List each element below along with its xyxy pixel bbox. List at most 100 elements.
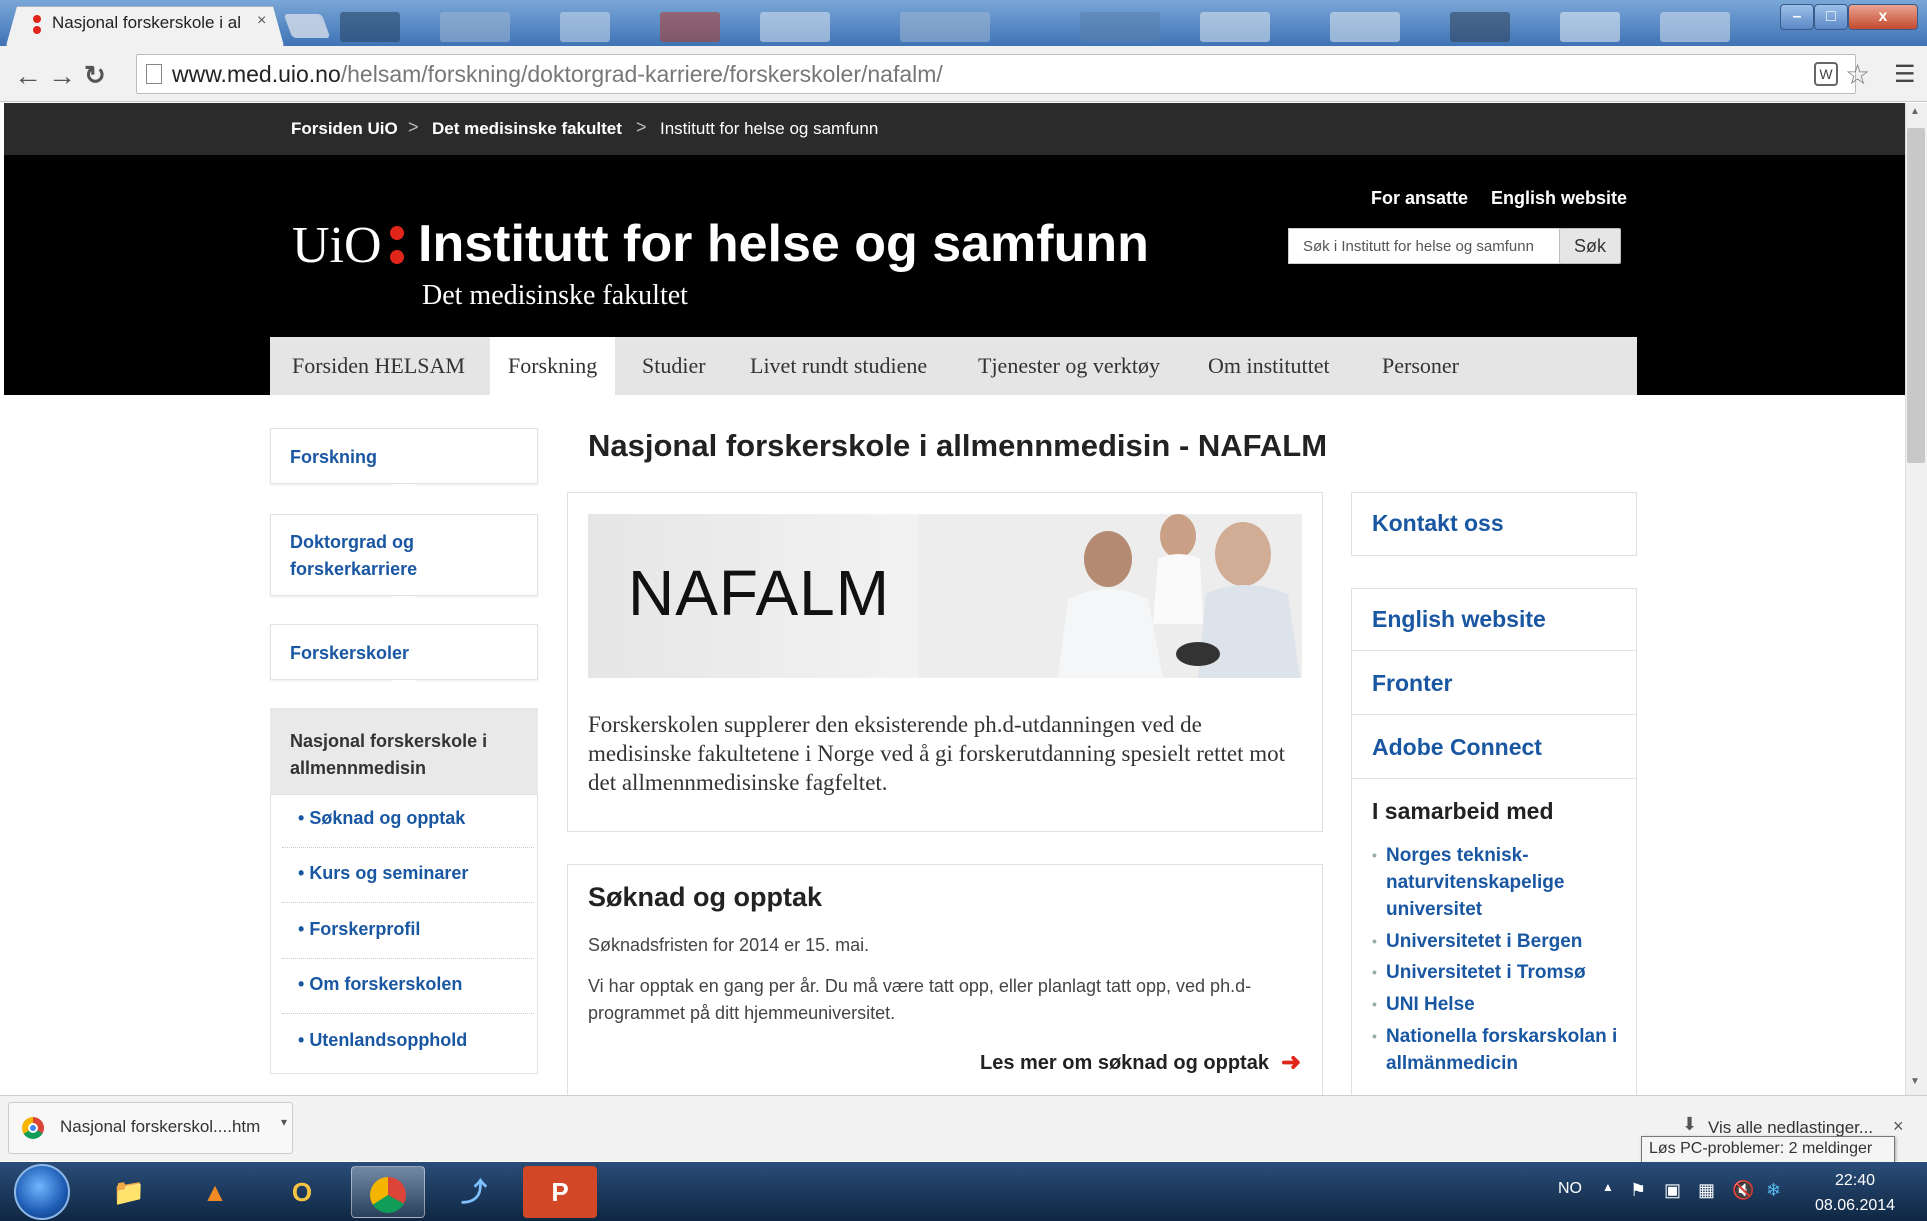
- subnav-level-doktorgrad[interactable]: Doktorgrad og forskerkarriere: [270, 514, 538, 596]
- vlc-icon[interactable]: ▲: [178, 1166, 252, 1218]
- language-indicator[interactable]: NO: [1558, 1180, 1582, 1198]
- url-host: www.med.uio.no: [172, 61, 341, 87]
- subnav-link[interactable]: Doktorgrad og forskerkarriere: [290, 529, 450, 583]
- uio-logo[interactable]: UiO: [292, 216, 382, 275]
- url-path: /helsam/forskning/doktorgrad-karriere/fo…: [340, 61, 943, 87]
- uio-favicon-icon: [33, 15, 41, 34]
- powerpoint-icon[interactable]: P: [523, 1166, 597, 1218]
- nav-item-forsiden[interactable]: Forsiden HELSAM: [274, 337, 483, 395]
- breadcrumb: [4, 103, 1905, 155]
- show-all-downloads-link[interactable]: Vis alle nedlastinger...: [1708, 1118, 1873, 1138]
- arrow-right-icon[interactable]: ➜: [1281, 1048, 1301, 1077]
- uio-logo-dots-icon: [390, 226, 404, 264]
- subnav-child[interactable]: • Om forskerskolen: [282, 960, 534, 1014]
- partners-heading: I samarbeid med: [1372, 798, 1554, 824]
- back-arrow-icon[interactable]: ←: [14, 60, 42, 92]
- app-tray-icon[interactable]: ❄: [1766, 1180, 1781, 1201]
- forward-arrow-icon[interactable]: →: [48, 60, 76, 92]
- partner-link[interactable]: Universitetet i Bergen: [1372, 928, 1632, 955]
- breadcrumb-separator: >: [408, 117, 419, 137]
- subnav-child[interactable]: • Søknad og opptak: [282, 794, 534, 848]
- fronter-link[interactable]: Fronter: [1372, 670, 1453, 697]
- app-icon[interactable]: ⤴: [437, 1166, 511, 1218]
- scroll-down-icon[interactable]: ▼: [1910, 1076, 1920, 1087]
- tab-close-icon[interactable]: ×: [257, 12, 266, 30]
- download-arrow-icon: ⬇: [1682, 1114, 1698, 1134]
- for-ansatte-link[interactable]: For ansatte: [1371, 188, 1468, 209]
- subnav-level-forskerskoler[interactable]: Forskerskoler: [270, 624, 538, 680]
- subnav-child[interactable]: • Forskerprofil: [282, 905, 534, 959]
- network-icon[interactable]: ▦: [1698, 1180, 1715, 1201]
- subnav-notch: [392, 484, 416, 496]
- tab-title: Nasjonal forskerskole i allı: [52, 13, 242, 32]
- window-close-button[interactable]: x: [1848, 4, 1918, 30]
- site-title[interactable]: Institutt for helse og samfunn: [418, 214, 1149, 274]
- partner-link[interactable]: UNI Helse: [1372, 991, 1632, 1018]
- page-icon: [146, 64, 162, 84]
- partner-link[interactable]: Norges teknisk-naturvitenskapelige unive…: [1372, 842, 1632, 923]
- start-button[interactable]: [14, 1164, 70, 1220]
- partner-link[interactable]: Universitetet i Tromsø: [1372, 959, 1632, 986]
- explorer-icon[interactable]: 📁: [92, 1166, 166, 1218]
- subnav-child[interactable]: • Kurs og seminarer: [282, 849, 534, 903]
- divider: [1352, 714, 1636, 715]
- partner-link[interactable]: Nationella forskarskolan i allmänmedicin: [1372, 1023, 1632, 1078]
- subnav-child-label: Utenlandsopphold: [309, 1030, 468, 1050]
- subnav-child-label: Søknad og opptak: [309, 808, 466, 828]
- flag-icon[interactable]: ⚑: [1630, 1180, 1646, 1201]
- subnav-link[interactable]: Forskning: [290, 444, 518, 471]
- site-search-button[interactable]: Søk: [1559, 228, 1621, 264]
- subnav-link[interactable]: Forskerskoler: [290, 640, 518, 667]
- contact-link[interactable]: Kontakt oss: [1372, 510, 1504, 537]
- english-website-link[interactable]: English website: [1491, 188, 1627, 209]
- chevron-down-icon[interactable]: ▾: [281, 1115, 287, 1129]
- english-website-sidebar-link[interactable]: English website: [1372, 606, 1546, 633]
- volume-muted-icon[interactable]: 🔇: [1732, 1180, 1754, 1201]
- nav-item-om[interactable]: Om instituttet: [1190, 337, 1348, 395]
- breadcrumb-item[interactable]: Forsiden UiO: [291, 119, 398, 139]
- apply-heading: Søknad og opptak: [588, 882, 823, 912]
- outlook-icon[interactable]: O: [265, 1166, 339, 1218]
- site-search-input[interactable]: Søk i Institutt for helse og samfunn: [1288, 228, 1560, 264]
- breadcrumb-item[interactable]: Det medisinske fakultet: [432, 119, 622, 139]
- scrollbar-thumb[interactable]: [1907, 128, 1925, 463]
- clock-date[interactable]: 08.06.2014: [1815, 1197, 1895, 1215]
- nav-item-studier[interactable]: Studier: [624, 337, 724, 395]
- nav-item-tjenester[interactable]: Tjenester og verktøy: [960, 337, 1178, 395]
- chrome-icon-center: [28, 1123, 38, 1133]
- subnav-notch: [392, 680, 416, 692]
- extension-icon[interactable]: W: [1814, 62, 1838, 86]
- nav-item-forskning[interactable]: Forskning: [490, 337, 616, 395]
- url-text[interactable]: www.med.uio.no/helsam/forskning/doktorgr…: [172, 61, 943, 88]
- read-more-link[interactable]: Les mer om søknad og opptak: [980, 1052, 1269, 1075]
- bookmark-star-icon[interactable]: ☆: [1845, 58, 1870, 91]
- reload-icon[interactable]: ↻: [84, 60, 106, 91]
- page-title: Nasjonal forskerskole i allmennmedisin -…: [588, 428, 1328, 463]
- banner-text: NAFALM: [628, 557, 891, 629]
- menu-icon[interactable]: ☰: [1894, 60, 1916, 89]
- subnav-notch: [392, 596, 416, 608]
- tray-expand-icon[interactable]: ▲: [1602, 1180, 1614, 1194]
- scroll-up-icon[interactable]: ▲: [1910, 106, 1920, 117]
- adobe-connect-link[interactable]: Adobe Connect: [1372, 734, 1542, 761]
- site-subtitle[interactable]: Det medisinske fakultet: [422, 280, 688, 312]
- window-minimize-button[interactable]: –: [1780, 4, 1814, 30]
- divider: [1352, 778, 1636, 779]
- chrome-taskbar-icon[interactable]: [351, 1166, 425, 1218]
- partner-label: UNI Helse: [1386, 994, 1475, 1015]
- power-icon[interactable]: ▣: [1664, 1180, 1681, 1201]
- nav-item-personer[interactable]: Personer: [1364, 337, 1477, 395]
- subnav-child[interactable]: • Utenlandsopphold: [282, 1016, 534, 1070]
- close-icon[interactable]: ×: [1893, 1116, 1904, 1137]
- subnav-child-label: Kurs og seminarer: [309, 863, 469, 883]
- clock-time[interactable]: 22:40: [1835, 1172, 1875, 1190]
- window-maximize-button[interactable]: □: [1814, 4, 1848, 30]
- nav-item-livet[interactable]: Livet rundt studiene: [732, 337, 945, 395]
- apply-deadline-text: Søknadsfristen for 2014 er 15. mai.: [588, 935, 870, 955]
- breadcrumb-current: Institutt for helse og samfunn: [660, 119, 879, 138]
- download-filename: Nasjonal forskerskol....htm: [60, 1117, 261, 1136]
- intro-text: Forskerskolen supplerer den eksisterende…: [588, 712, 1286, 795]
- subnav-level-forskning[interactable]: Forskning: [270, 428, 538, 484]
- partner-label: Universitetet i Bergen: [1386, 931, 1583, 952]
- partner-label: Universitetet i Tromsø: [1386, 962, 1586, 983]
